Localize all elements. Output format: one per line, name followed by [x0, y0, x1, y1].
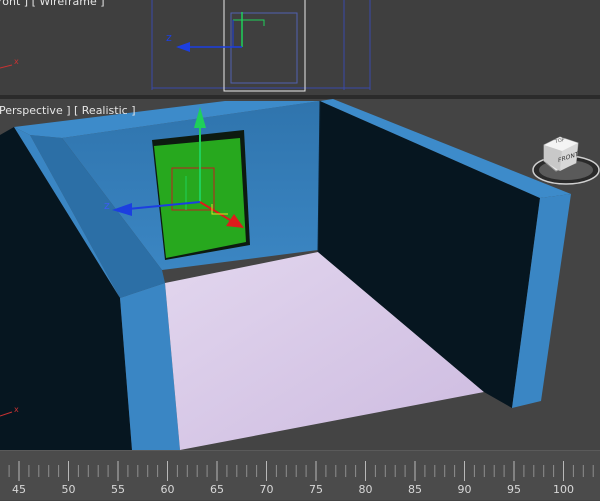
- timeline-tick-label: 45: [12, 483, 26, 496]
- timeline-tick-label: 50: [61, 483, 76, 496]
- perspective-gizmo-z-label: z: [104, 199, 110, 212]
- front-gizmo-z-label: z: [166, 31, 172, 44]
- front-viewport-canvas: x: [0, 0, 371, 92]
- gizmo-z-arrow: [176, 42, 190, 52]
- timeline-tick-label: 85: [408, 483, 422, 496]
- world-axis-x: [0, 64, 13, 69]
- front-viewport-label[interactable]: ront ] [ Wireframe ]: [0, 0, 105, 8]
- perspective-viewport[interactable]: x Perspective ] [ Realistic ] z FRONT TO…: [0, 99, 600, 450]
- perspective-viewport-label[interactable]: Perspective ] [ Realistic ]: [0, 104, 136, 117]
- track-bar[interactable]: 45 50 55 60 65 70 75 80 85 90 95 100: [0, 450, 600, 500]
- timeline-tick-label: 80: [358, 483, 373, 496]
- selected-door-wireframe: [223, 0, 306, 92]
- timeline-tick-label: 90: [457, 483, 472, 496]
- timeline-tick-label: 65: [210, 483, 224, 496]
- timeline-tick-label: 60: [160, 483, 175, 496]
- timeline-tick-label: 100: [553, 483, 574, 496]
- world-axis-x-label: x: [14, 405, 19, 414]
- viewcube[interactable]: FRONT TOP: [526, 133, 600, 193]
- timeline-tick-label: 75: [309, 483, 323, 496]
- timeline-tick-label: 70: [259, 483, 274, 496]
- front-viewport[interactable]: ront ] [ Wireframe ] x z: [0, 0, 600, 95]
- timeline-tick-label: 95: [507, 483, 521, 496]
- perspective-scene: x: [0, 99, 571, 450]
- gizmo-plane-handle: [233, 19, 265, 26]
- world-axis-x-label: x: [14, 57, 19, 66]
- timeline-tick-label: 55: [111, 483, 125, 496]
